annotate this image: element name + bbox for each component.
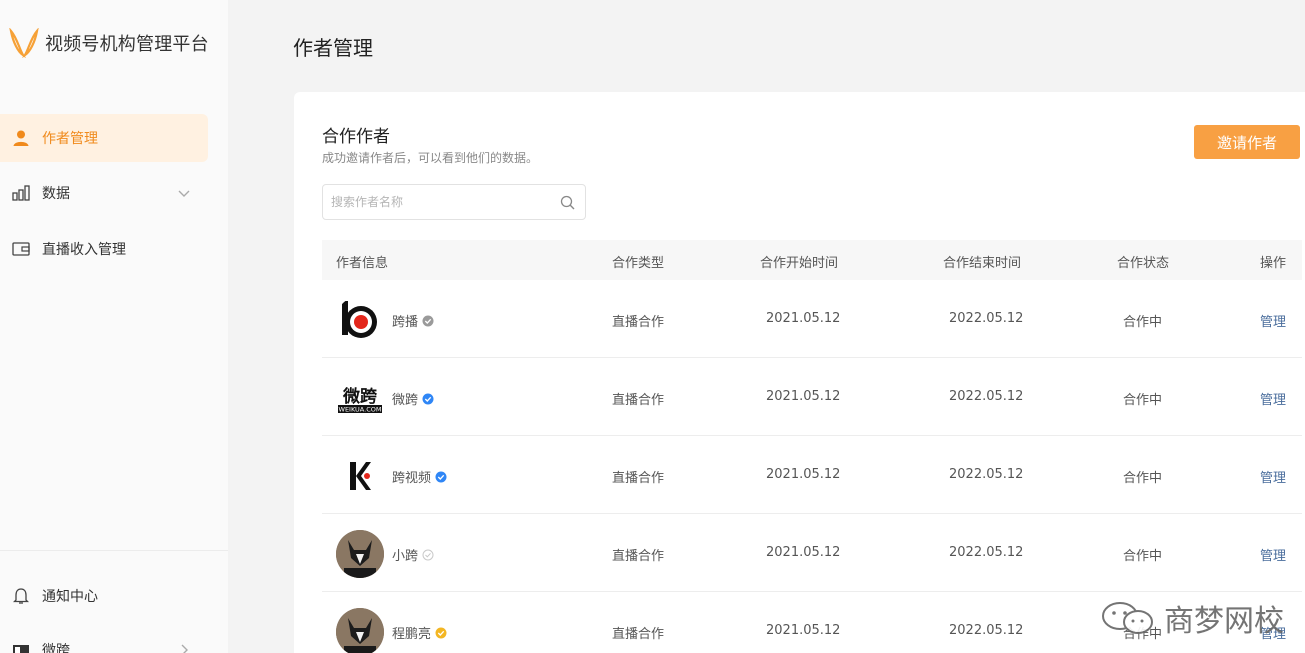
- search-icon[interactable]: [560, 195, 575, 210]
- kuabo-logo-icon: [342, 301, 377, 338]
- invite-author-button[interactable]: 邀请作者: [1194, 125, 1300, 159]
- avatar: [336, 608, 384, 653]
- sidebar-item-label: 数据: [42, 186, 70, 202]
- avatar: [336, 296, 384, 344]
- end-date: 2022.05.12: [949, 545, 1024, 560]
- status: 合作中: [1123, 549, 1163, 564]
- column-header: 合作状态: [1117, 256, 1170, 271]
- avatar-url-text: WEIKUA.COM: [339, 406, 382, 414]
- sidebar-item-live-income[interactable]: 直播收入管理: [0, 225, 208, 273]
- sidebar-divider: [0, 550, 228, 551]
- manage-link[interactable]: 管理: [1260, 467, 1286, 486]
- authors-card: 合作作者 成功邀请作者后，可以看到他们的数据。 邀请作者 作者信息 合作类型 合…: [294, 92, 1305, 653]
- author-name[interactable]: 程鹏亮: [392, 623, 447, 642]
- column-header: 合作结束时间: [943, 256, 1022, 271]
- start-date: 2021.05.12: [766, 311, 841, 326]
- sidebar-item-label: 直播收入管理: [42, 242, 126, 258]
- app-title: 视频号机构管理平台: [45, 34, 209, 55]
- manage-link[interactable]: 管理: [1260, 545, 1286, 564]
- author-name[interactable]: 跨播: [392, 311, 434, 330]
- logo-icon: [9, 28, 39, 58]
- end-date: 2022.05.12: [949, 467, 1024, 482]
- card-title: 合作作者: [322, 127, 390, 147]
- author-name[interactable]: 小跨: [392, 545, 434, 564]
- watermark-text: 商梦网校: [1164, 604, 1284, 639]
- start-date: 2021.05.12: [766, 389, 841, 404]
- verified-blue-icon: [422, 393, 434, 404]
- sidebar-item-label: 微跨: [42, 643, 70, 653]
- dog-avatar-icon: [336, 608, 384, 653]
- start-date: 2021.05.12: [766, 623, 841, 638]
- authors-table: 作者信息 合作类型 合作开始时间 合作结束时间 合作状态 操作 跨播 直播合作: [322, 240, 1302, 653]
- collab-type: 直播合作: [612, 627, 665, 642]
- card-subtitle: 成功邀请作者后，可以看到他们的数据。: [322, 151, 539, 165]
- sidebar: 视频号机构管理平台 作者管理 数据 直播收入管理 通知中心 微跨: [0, 0, 228, 653]
- column-header: 作者信息: [336, 256, 389, 271]
- author-name[interactable]: 跨视频: [392, 467, 447, 486]
- end-date: 2022.05.12: [949, 623, 1024, 638]
- sidebar-item-label: 通知中心: [42, 589, 98, 605]
- weikua-logo-icon: 微跨 WEIKUA.COM: [338, 386, 382, 414]
- sidebar-item-account[interactable]: 微跨: [0, 626, 208, 653]
- start-date: 2021.05.12: [766, 545, 841, 560]
- sidebar-item-notifications[interactable]: 通知中心: [0, 572, 208, 620]
- account-icon: [10, 639, 32, 653]
- status: 合作中: [1123, 315, 1163, 330]
- search-box[interactable]: [322, 184, 586, 220]
- verified-yellow-icon: [435, 627, 447, 638]
- dog-avatar-icon: [336, 530, 384, 578]
- table-row: 跨视频 直播合作 2021.05.12 2022.05.12 合作中 管理: [322, 436, 1302, 514]
- avatar-logo-text: 微跨: [342, 386, 378, 407]
- sidebar-item-authors[interactable]: 作者管理: [0, 114, 208, 162]
- start-date: 2021.05.12: [766, 467, 841, 482]
- search-input[interactable]: [331, 191, 551, 213]
- bell-icon: [10, 585, 32, 607]
- chevron-down-icon[interactable]: [176, 185, 192, 201]
- brand[interactable]: 视频号机构管理平台: [8, 28, 209, 58]
- collab-type: 直播合作: [612, 393, 665, 408]
- manage-link[interactable]: 管理: [1260, 311, 1286, 330]
- table-header: 作者信息 合作类型 合作开始时间 合作结束时间 合作状态 操作: [322, 240, 1302, 280]
- collab-type: 直播合作: [612, 549, 665, 564]
- collab-type: 直播合作: [612, 315, 665, 330]
- collab-type: 直播合作: [612, 471, 665, 486]
- table-row: 小跨 直播合作 2021.05.12 2022.05.12 合作中 管理: [322, 514, 1302, 592]
- kuashipin-logo-icon: [350, 462, 371, 490]
- verified-gray-icon: [422, 315, 434, 326]
- column-header: 合作开始时间: [760, 256, 839, 271]
- avatar: [336, 530, 384, 578]
- column-header: 合作类型: [612, 256, 665, 271]
- wallet-icon: [10, 238, 32, 260]
- status: 合作中: [1123, 393, 1163, 408]
- watermark: 商梦网校: [1100, 596, 1284, 640]
- verified-outline-icon: [422, 549, 434, 560]
- sidebar-item-label: 作者管理: [42, 131, 98, 147]
- user-icon: [10, 127, 32, 149]
- status: 合作中: [1123, 471, 1163, 486]
- sidebar-item-data[interactable]: 数据: [0, 169, 208, 217]
- column-header: 操作: [1260, 256, 1287, 271]
- end-date: 2022.05.12: [949, 311, 1024, 326]
- avatar: [336, 452, 384, 500]
- author-name[interactable]: 微跨: [392, 389, 434, 408]
- end-date: 2022.05.12: [949, 389, 1024, 404]
- table-row: 跨播 直播合作 2021.05.12 2022.05.12 合作中 管理: [322, 280, 1302, 358]
- chevron-right-icon[interactable]: [176, 642, 192, 653]
- bar-chart-icon: [10, 182, 32, 204]
- verified-blue-icon: [435, 471, 447, 482]
- avatar: 微跨 WEIKUA.COM: [336, 374, 384, 422]
- page-title: 作者管理: [293, 36, 373, 60]
- manage-link[interactable]: 管理: [1260, 389, 1286, 408]
- wechat-icon: [1102, 602, 1153, 634]
- table-row: 微跨 WEIKUA.COM 微跨 直播合作 2021.05.12 2022.05…: [322, 358, 1302, 436]
